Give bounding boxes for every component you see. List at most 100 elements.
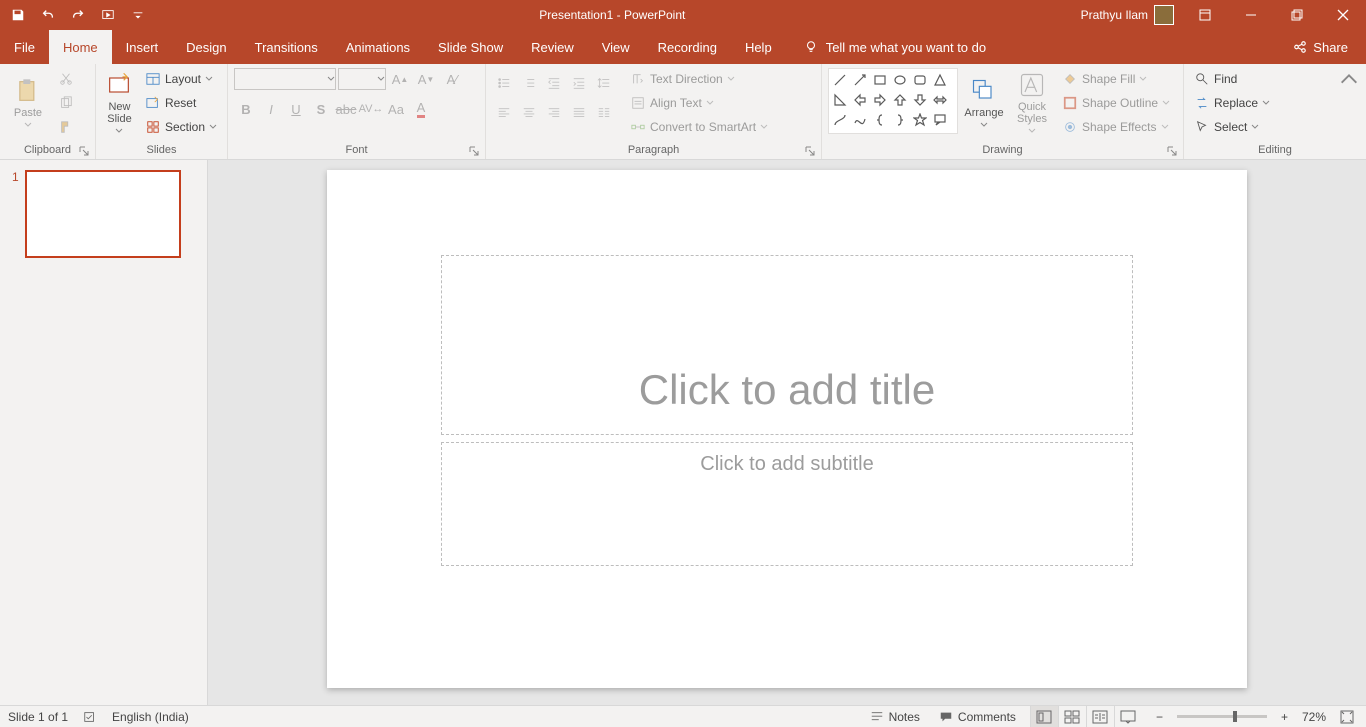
increase-font-button[interactable]: A▲ xyxy=(388,68,412,90)
character-spacing-button[interactable]: AV↔ xyxy=(359,98,383,120)
slide-sorter-view-button[interactable] xyxy=(1058,706,1086,727)
align-text-button[interactable]: Align Text xyxy=(626,92,772,114)
convert-smartart-button[interactable]: Convert to SmartArt xyxy=(626,116,772,138)
tab-home[interactable]: Home xyxy=(49,30,112,64)
tab-recording[interactable]: Recording xyxy=(644,30,731,64)
replace-button[interactable]: Replace xyxy=(1190,92,1274,114)
decrease-font-button[interactable]: A▼ xyxy=(414,68,438,90)
clipboard-dialog-launcher[interactable] xyxy=(79,143,91,155)
find-button[interactable]: Find xyxy=(1190,68,1274,90)
slide-counter[interactable]: Slide 1 of 1 xyxy=(8,710,68,724)
shape-outline-button[interactable]: Shape Outline xyxy=(1058,92,1174,114)
comments-button[interactable]: Comments xyxy=(934,706,1020,727)
thumbnail-pane[interactable]: 1 xyxy=(0,160,208,705)
tab-design[interactable]: Design xyxy=(172,30,240,64)
tab-transitions[interactable]: Transitions xyxy=(241,30,332,64)
normal-view-button[interactable] xyxy=(1030,706,1058,727)
shape-effects-button[interactable]: Shape Effects xyxy=(1058,116,1174,138)
paste-button[interactable]: Paste xyxy=(6,68,50,138)
drawing-dialog-launcher[interactable] xyxy=(1167,143,1179,155)
share-button[interactable]: Share xyxy=(1275,30,1366,64)
paragraph-dialog-launcher[interactable] xyxy=(805,143,817,155)
shape-star-icon[interactable] xyxy=(911,111,929,129)
spellcheck-icon[interactable] xyxy=(82,709,98,725)
tab-view[interactable]: View xyxy=(588,30,644,64)
quick-styles-button[interactable]: Quick Styles xyxy=(1010,68,1054,138)
zoom-slider-thumb[interactable] xyxy=(1233,711,1237,722)
slideshow-view-button[interactable] xyxy=(1114,706,1142,727)
shape-curve-icon[interactable] xyxy=(851,111,869,129)
zoom-slider[interactable] xyxy=(1177,715,1267,718)
shape-callout-icon[interactable] xyxy=(931,111,949,129)
title-placeholder[interactable]: Click to add title xyxy=(441,255,1133,435)
tell-me-search[interactable]: Tell me what you want to do xyxy=(786,30,986,64)
shape-arrow-icon[interactable] xyxy=(851,71,869,89)
select-button[interactable]: Select xyxy=(1190,116,1274,138)
shape-line-icon[interactable] xyxy=(831,71,849,89)
copy-button[interactable] xyxy=(54,92,78,114)
save-button[interactable] xyxy=(4,1,32,29)
line-spacing-button[interactable] xyxy=(592,72,616,94)
notes-button[interactable]: Notes xyxy=(865,706,924,727)
clear-formatting-button[interactable]: A⁄ xyxy=(440,68,464,90)
justify-button[interactable] xyxy=(567,102,591,124)
maximize-button[interactable] xyxy=(1274,0,1320,30)
qat-customize-button[interactable] xyxy=(124,1,152,29)
shape-connector-icon[interactable] xyxy=(831,111,849,129)
shape-rectangle-icon[interactable] xyxy=(871,71,889,89)
shape-right-brace-icon[interactable] xyxy=(891,111,909,129)
font-dialog-launcher[interactable] xyxy=(469,143,481,155)
user-account[interactable]: Prathyu Ilam xyxy=(1073,5,1182,25)
shadow-button[interactable]: S xyxy=(309,98,333,120)
minimize-button[interactable] xyxy=(1228,0,1274,30)
tab-review[interactable]: Review xyxy=(517,30,588,64)
bold-button[interactable]: B xyxy=(234,98,258,120)
shape-right-triangle-icon[interactable] xyxy=(831,91,849,109)
zoom-out-button[interactable]: − xyxy=(1152,706,1167,727)
slide-thumbnail-1[interactable]: 1 xyxy=(12,170,195,258)
section-button[interactable]: Section xyxy=(141,116,221,138)
shape-right-arrow-icon[interactable] xyxy=(871,91,889,109)
layout-button[interactable]: Layout xyxy=(141,68,221,90)
shape-double-arrow-icon[interactable] xyxy=(931,91,949,109)
tab-slideshow[interactable]: Slide Show xyxy=(424,30,517,64)
ribbon-display-options-button[interactable] xyxy=(1182,0,1228,30)
font-name-combo[interactable] xyxy=(234,68,336,90)
redo-button[interactable] xyxy=(64,1,92,29)
shape-rounded-rect-icon[interactable] xyxy=(911,71,929,89)
shape-left-arrow-icon[interactable] xyxy=(851,91,869,109)
shape-fill-button[interactable]: Shape Fill xyxy=(1058,68,1174,90)
text-direction-button[interactable]: Text Direction xyxy=(626,68,772,90)
fit-to-window-button[interactable] xyxy=(1336,706,1358,727)
shape-up-arrow-icon[interactable] xyxy=(891,91,909,109)
align-left-button[interactable] xyxy=(492,102,516,124)
reset-button[interactable]: Reset xyxy=(141,92,221,114)
strikethrough-button[interactable]: abc xyxy=(334,98,358,120)
decrease-indent-button[interactable] xyxy=(542,72,566,94)
shape-down-arrow-icon[interactable] xyxy=(911,91,929,109)
shapes-gallery[interactable] xyxy=(828,68,958,134)
tab-file[interactable]: File xyxy=(0,30,49,64)
columns-button[interactable] xyxy=(592,102,616,124)
bullets-button[interactable] xyxy=(492,72,516,94)
align-right-button[interactable] xyxy=(542,102,566,124)
tab-animations[interactable]: Animations xyxy=(332,30,424,64)
reading-view-button[interactable] xyxy=(1086,706,1114,727)
shape-oval-icon[interactable] xyxy=(891,71,909,89)
undo-button[interactable] xyxy=(34,1,62,29)
new-slide-button[interactable]: New Slide xyxy=(102,68,137,138)
font-color-button[interactable]: A xyxy=(409,98,433,120)
slide-editor[interactable]: Click to add title Click to add subtitle xyxy=(208,160,1366,705)
font-size-combo[interactable] xyxy=(338,68,386,90)
underline-button[interactable]: U xyxy=(284,98,308,120)
shape-left-brace-icon[interactable] xyxy=(871,111,889,129)
zoom-percent[interactable]: 72% xyxy=(1302,710,1326,724)
format-painter-button[interactable] xyxy=(54,116,78,138)
italic-button[interactable]: I xyxy=(259,98,283,120)
language-indicator[interactable]: English (India) xyxy=(112,710,189,724)
numbering-button[interactable] xyxy=(517,72,541,94)
arrange-button[interactable]: Arrange xyxy=(962,68,1006,138)
shape-triangle-icon[interactable] xyxy=(931,71,949,89)
tab-insert[interactable]: Insert xyxy=(112,30,173,64)
zoom-in-button[interactable]: + xyxy=(1277,706,1292,727)
